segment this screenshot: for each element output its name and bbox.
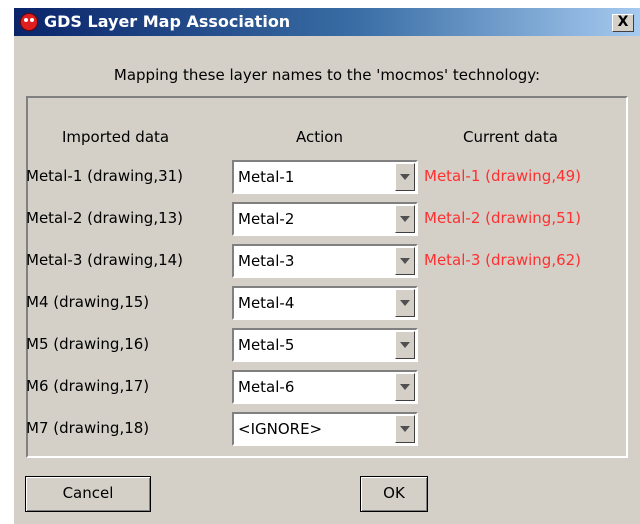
current-layer-label: Metal-1 (drawing,49) — [424, 167, 582, 185]
imported-layer-label: M5 (drawing,16) — [26, 335, 150, 353]
imported-layer-label: Metal-1 (drawing,31) — [26, 167, 184, 185]
chevron-down-icon[interactable] — [395, 415, 415, 443]
column-header-imported: Imported data — [62, 128, 170, 146]
chevron-down-icon[interactable] — [395, 247, 415, 275]
chevron-down-icon[interactable] — [395, 205, 415, 233]
action-select-value: Metal-2 — [238, 210, 295, 228]
chevron-down-icon[interactable] — [395, 373, 415, 401]
action-select-value: Metal-5 — [238, 336, 295, 354]
gds-layer-map-dialog: GDS Layer Map Association X Mapping thes… — [14, 8, 640, 524]
title-bar[interactable]: GDS Layer Map Association X — [14, 8, 640, 36]
action-select[interactable]: <IGNORE> — [232, 412, 418, 446]
action-select-value: Metal-1 — [238, 168, 295, 186]
layer-row: Metal-1 (drawing,31) Metal-1 Metal-1 (dr… — [14, 160, 640, 194]
action-select[interactable]: Metal-5 — [232, 328, 418, 362]
layer-row: Metal-3 (drawing,14) Metal-3 Metal-3 (dr… — [14, 244, 640, 278]
current-layer-label: Metal-3 (drawing,62) — [424, 251, 582, 269]
column-header-action: Action — [296, 128, 343, 146]
close-button[interactable]: X — [612, 14, 634, 32]
action-select[interactable]: Metal-3 — [232, 244, 418, 278]
electric-app-icon — [20, 13, 38, 31]
chevron-down-icon[interactable] — [395, 331, 415, 359]
column-header-current: Current data — [463, 128, 558, 146]
cancel-button[interactable]: Cancel — [25, 476, 151, 512]
layer-row: M4 (drawing,15) Metal-4 — [14, 286, 640, 320]
imported-layer-label: Metal-3 (drawing,14) — [26, 251, 184, 269]
chevron-down-icon[interactable] — [395, 163, 415, 191]
action-select-value: Metal-6 — [238, 378, 295, 396]
action-select[interactable]: Metal-4 — [232, 286, 418, 320]
imported-layer-label: M7 (drawing,18) — [26, 419, 150, 437]
instruction-text: Mapping these layer names to the 'mocmos… — [113, 66, 541, 84]
close-icon: X — [617, 14, 629, 30]
action-select[interactable]: Metal-1 — [232, 160, 418, 194]
imported-layer-label: M4 (drawing,15) — [26, 293, 150, 311]
layer-row: M6 (drawing,17) Metal-6 — [14, 370, 640, 404]
imported-layer-label: M6 (drawing,17) — [26, 377, 150, 395]
action-select-value: Metal-4 — [238, 294, 295, 312]
action-select-value: <IGNORE> — [238, 420, 323, 438]
imported-layer-label: Metal-2 (drawing,13) — [26, 209, 184, 227]
window-title: GDS Layer Map Association — [44, 12, 291, 31]
layer-row: M7 (drawing,18) <IGNORE> — [14, 412, 640, 446]
action-select[interactable]: Metal-2 — [232, 202, 418, 236]
action-select-value: Metal-3 — [238, 252, 295, 270]
current-layer-label: Metal-2 (drawing,51) — [424, 209, 582, 227]
chevron-down-icon[interactable] — [395, 289, 415, 317]
layer-row: M5 (drawing,16) Metal-5 — [14, 328, 640, 362]
action-select[interactable]: Metal-6 — [232, 370, 418, 404]
layer-row: Metal-2 (drawing,13) Metal-2 Metal-2 (dr… — [14, 202, 640, 236]
ok-button[interactable]: OK — [360, 476, 428, 512]
